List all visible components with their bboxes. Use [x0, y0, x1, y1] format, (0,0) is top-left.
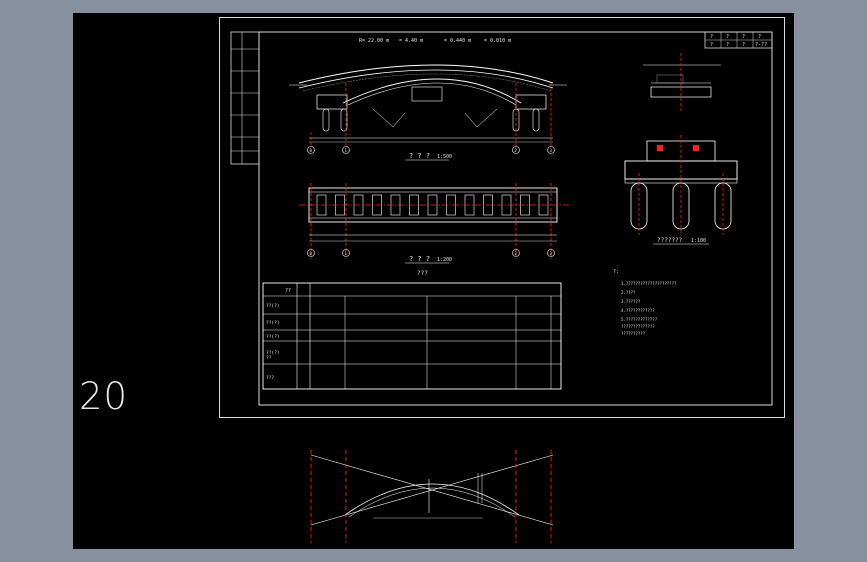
table-row-label: ??(?) — [266, 320, 280, 326]
inner-border — [258, 31, 773, 406]
drawing-svg: ? ? ? ? ? ? ? ?-?? R= 22.00 m = 4.40 m =… — [230, 31, 773, 543]
plan-title: ? ? ? — [409, 255, 430, 263]
elevation-scale: 1:500 — [437, 154, 452, 160]
axis-label: 1 — [345, 251, 348, 256]
note-line: ?????????????? — [621, 324, 655, 329]
general-notes: ?: 1.????????????????????? 2.???? 3.????… — [613, 269, 677, 336]
notes-heading: ?: — [613, 269, 619, 275]
table-title: ??? — [417, 270, 428, 277]
table-col-header: ?? — [285, 288, 291, 294]
arch-layout-sketch — [310, 450, 554, 543]
axis-label: 1 — [345, 148, 348, 153]
revision-strip — [230, 31, 260, 165]
elevation-param: = 0.010 m — [484, 38, 511, 44]
elevation-param: = 4.40 m — [399, 38, 423, 44]
elevation-param: = 0.440 m — [444, 38, 471, 44]
bridge-plan-view: 0 1 2 3 ? ? ? 1:200 — [299, 183, 571, 264]
plan-scale: 1:200 — [437, 257, 452, 263]
title-cell: ? — [742, 34, 745, 40]
quantity-table: ??? ?? ??(?) ??(?) ??(?) ??(?) ?? ??? — [262, 270, 562, 390]
axis-label: 0 — [310, 251, 313, 256]
note-line: 4.???????????? — [621, 308, 655, 313]
title-cell: ? — [710, 34, 713, 40]
axis-label: 2 — [515, 251, 518, 256]
axis-label: 3 — [550, 251, 553, 256]
title-cell: ? — [758, 34, 761, 40]
bridge-elevation-view: R= 22.00 m = 4.40 m = 0.440 m = 0.010 m — [289, 38, 567, 161]
cross-section-view: ??????? 1:100 — [624, 53, 738, 245]
axis-label: 2 — [515, 148, 518, 153]
section-title: ??????? — [657, 237, 683, 244]
axis-label: 0 — [310, 148, 313, 153]
table-row-label: ??? — [266, 375, 274, 381]
note-line: 2.???? — [621, 290, 636, 295]
axis-label: 3 — [550, 148, 553, 153]
title-cell: ? — [742, 42, 745, 48]
table-row-label: ??(?) — [266, 303, 280, 309]
title-cell: ? — [710, 42, 713, 48]
section-scale: 1:100 — [691, 238, 706, 244]
table-row-label: ?? — [266, 355, 272, 361]
table-row-label: ??(?) — [266, 334, 280, 340]
note-line: 3.?????? — [621, 299, 641, 304]
title-cell: ? — [726, 42, 729, 48]
note-line: 1.????????????????????? — [621, 281, 677, 286]
title-cell: ? — [726, 34, 729, 40]
note-line: 5.????????????? — [621, 317, 658, 322]
elevation-title: ? ? ? — [409, 152, 430, 160]
note-line: ?????????? — [621, 331, 646, 336]
title-block: ? ? ? ? ? ? ? ?-?? — [704, 31, 773, 49]
cad-model-space[interactable]: 2 0 ? ? ? ? ? ? ? ?-?? R= 22.00 m = 4.40 … — [73, 13, 794, 549]
title-cell: ?-?? — [755, 42, 767, 48]
elevation-param: R= 22.00 m — [359, 38, 389, 44]
